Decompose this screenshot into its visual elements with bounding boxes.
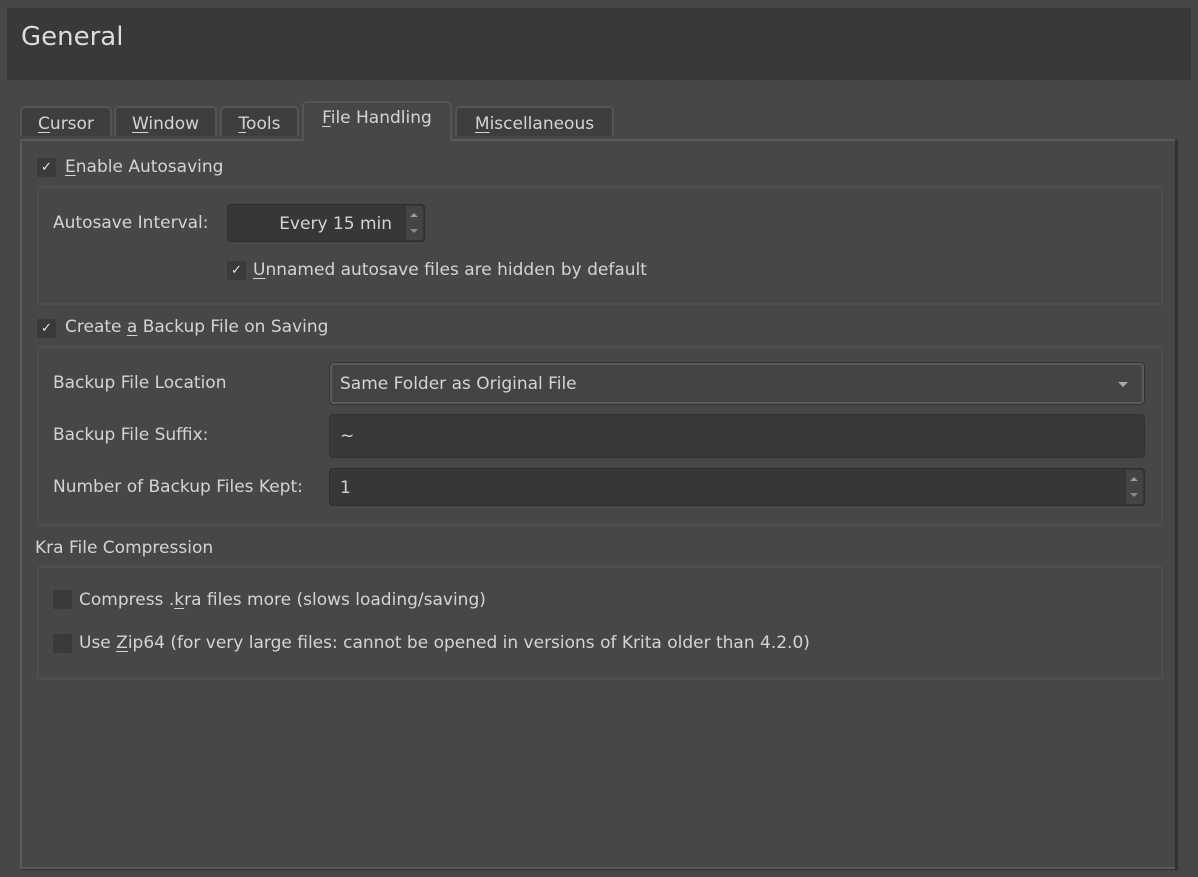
compress-more-label[interactable]: Compress .kra files more (slows loading/… — [79, 590, 486, 610]
backup-location-dropdown[interactable]: Same Folder as Original File — [330, 363, 1144, 404]
spin-buttons[interactable] — [1125, 470, 1143, 504]
unnamed-hidden-checkbox[interactable]: ✓ — [227, 261, 246, 280]
mnemonic: a — [126, 317, 138, 337]
kra-compression-title: Kra File Compression — [35, 538, 214, 558]
create-backup-label[interactable]: Create a Backup File on Saving — [65, 317, 328, 337]
spin-down-icon[interactable] — [410, 229, 418, 233]
spin-up-icon[interactable] — [410, 213, 418, 217]
spin-down-icon[interactable] — [1130, 493, 1138, 497]
compression-group — [37, 566, 1163, 680]
unnamed-hidden-label[interactable]: Unnamed autosave files are hidden by def… — [253, 260, 647, 280]
tab-mnemonic: W — [131, 114, 149, 134]
create-backup-checkbox[interactable]: ✓ — [37, 319, 56, 338]
mnemonic: Z — [116, 633, 128, 653]
tab-label: ile Handling — [330, 108, 432, 128]
tab-tools[interactable]: Tools — [220, 106, 299, 136]
backup-suffix-label: Backup File Suffix: — [53, 425, 209, 445]
backup-count-spinbox[interactable]: 1 — [329, 468, 1145, 506]
backup-location-value: Same Folder as Original File — [340, 374, 577, 394]
tab-mnemonic: T — [238, 114, 247, 134]
backup-count-label: Number of Backup Files Kept: — [53, 477, 303, 497]
zip64-label[interactable]: Use Zip64 (for very large files: cannot … — [79, 633, 810, 653]
tab-mnemonic: F — [322, 108, 331, 128]
tab-mnemonic: C — [38, 114, 50, 134]
label-text: Create — [65, 317, 127, 337]
autosave-interval-value: Every 15 min — [279, 214, 392, 234]
label-text: Backup File on Saving — [137, 317, 329, 337]
check-icon: ✓ — [231, 263, 242, 278]
backup-count-value: 1 — [340, 478, 351, 498]
label-text: nable Autosaving — [75, 157, 224, 177]
enable-autosaving-label[interactable]: Enable Autosaving — [65, 157, 223, 177]
backup-suffix-input[interactable]: ~ — [329, 414, 1145, 458]
chevron-down-icon — [1118, 382, 1128, 387]
autosave-group — [37, 186, 1163, 305]
label-text: Use — [79, 633, 117, 653]
label-text: ip64 (for very large files: cannot be op… — [127, 633, 810, 653]
zip64-checkbox[interactable] — [53, 634, 72, 653]
check-icon: ✓ — [41, 160, 52, 175]
tab-mnemonic: M — [474, 114, 490, 134]
tab-cursor[interactable]: Cursor — [20, 106, 112, 136]
tab-window[interactable]: Window — [114, 106, 217, 136]
mnemonic: U — [253, 260, 266, 280]
tab-miscellaneous[interactable]: Miscellaneous — [455, 106, 614, 136]
autosave-interval-spinbox[interactable]: Every 15 min — [227, 204, 425, 242]
tab-file-handling[interactable]: File Handling — [302, 101, 452, 141]
enable-autosaving-checkbox[interactable]: ✓ — [37, 158, 56, 177]
spin-buttons[interactable] — [405, 206, 423, 240]
panel-shadow — [1175, 139, 1177, 871]
mnemonic: k — [174, 590, 185, 610]
autosave-interval-label: Autosave Interval: — [53, 213, 209, 233]
backup-location-label: Backup File Location — [53, 373, 227, 393]
tab-label: indow — [148, 114, 200, 134]
check-icon: ✓ — [41, 321, 52, 336]
page-header: General — [7, 8, 1191, 80]
tab-label: iscellaneous — [489, 114, 595, 134]
mnemonic: E — [65, 157, 76, 177]
label-text: Compress . — [79, 590, 175, 610]
tab-label: ools — [246, 114, 281, 134]
compress-more-checkbox[interactable] — [53, 590, 72, 609]
label-text: nnamed autosave files are hidden by defa… — [265, 260, 647, 280]
spin-up-icon[interactable] — [1130, 477, 1138, 481]
page-title: General — [21, 22, 124, 52]
tab-label: ursor — [49, 114, 94, 134]
label-text: ra files more (slows loading/saving) — [184, 590, 486, 610]
backup-suffix-value: ~ — [340, 426, 355, 446]
